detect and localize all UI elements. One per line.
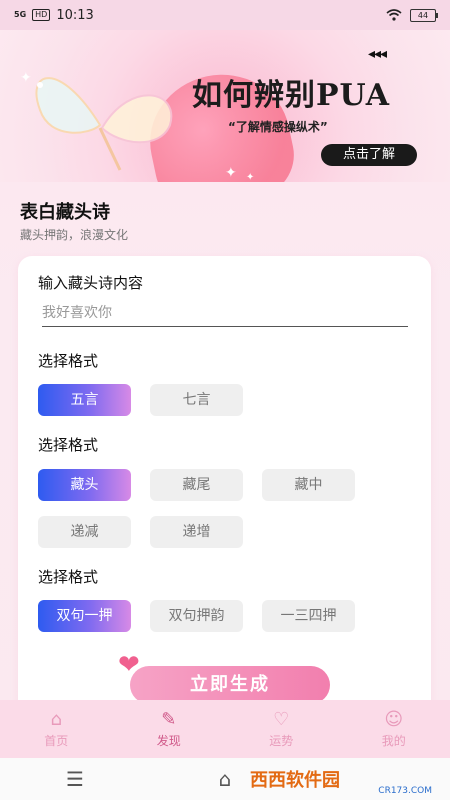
format-label-2: 选择格式 [38, 436, 99, 454]
poem-content-input[interactable] [42, 300, 408, 327]
battery-icon: 44 [410, 8, 438, 22]
form-card: 输入藏头诗内容 选择格式 五言 七言 选择格式 藏头 藏尾 藏中 递减 递增 选… [18, 256, 431, 716]
tab-fortune[interactable]: ♡ 运势 [241, 709, 321, 749]
option-yisansi-ya[interactable]: 一三四押 [262, 600, 355, 632]
option-wuyan[interactable]: 五言 [38, 384, 131, 416]
watermark-text: 西西软件园 [250, 770, 340, 791]
status-bar: 5G HD 10:13 44 [0, 0, 450, 30]
tab-label: 运势 [269, 734, 294, 748]
tab-discover[interactable]: ✎ 发现 [129, 709, 209, 749]
status-time: 10:13 [56, 7, 94, 23]
option-cangtou[interactable]: 藏头 [38, 469, 131, 501]
watermark-logo: 西西软件园 CR173.COM [250, 758, 450, 800]
option-dizeng[interactable]: 递增 [150, 516, 243, 548]
status-right: 44 [386, 8, 438, 22]
status-left: 5G HD 10:13 [14, 8, 94, 23]
format-label-1: 选择格式 [38, 352, 99, 370]
option-cangzhong[interactable]: 藏中 [262, 469, 355, 501]
home-icon: ⌂ [50, 709, 62, 730]
wifi-icon [386, 9, 402, 21]
tab-label: 我的 [381, 734, 406, 748]
option-shuangju-yayun[interactable]: 双句押韵 [150, 600, 243, 632]
option-shuangju-yiya[interactable]: 双句一押 [38, 600, 131, 632]
page-title: 表白藏头诗 [20, 202, 110, 223]
tab-label: 首页 [44, 734, 69, 748]
menu-icon[interactable]: ☰ [35, 767, 115, 791]
option-dijian[interactable]: 递减 [38, 516, 131, 548]
butterfly-icon [35, 77, 173, 171]
bottom-tab-bar: ⌂ 首页 ✎ 发现 ♡ 运势 ☺ 我的 [0, 700, 450, 758]
tab-profile[interactable]: ☺ 我的 [354, 709, 434, 749]
banner-cta-button[interactable]: 点击了解 [321, 144, 417, 166]
heart-chat-icon: ♡ [273, 709, 290, 730]
page-subtitle: 藏头押韵，浪漫文化 [20, 228, 129, 242]
banner-subtitle: “了解情感操纵术” [228, 120, 328, 134]
sparkle-icon: ✦ [20, 70, 32, 86]
generate-button[interactable]: 立即生成 [130, 666, 330, 704]
watermark-sub: CR173.COM [378, 786, 432, 796]
sparkle-icon: ✦ [225, 165, 237, 181]
banner-title: 如何辨别PUA [192, 78, 391, 113]
option-qiyan[interactable]: 七言 [150, 384, 243, 416]
option-cangwei[interactable]: 藏尾 [150, 469, 243, 501]
profile-icon: ☺ [384, 709, 404, 730]
compass-icon: ✎ [161, 709, 177, 730]
hearts-icon: ❤ [118, 650, 140, 680]
input-label: 输入藏头诗内容 [38, 274, 144, 292]
sparkle-icon: ✦ [246, 172, 255, 182]
tab-label: 发现 [156, 734, 181, 748]
signal-indicator: 5G [14, 10, 27, 19]
arrows-decoration: ◂◂◂ [368, 46, 387, 62]
format-label-3: 选择格式 [38, 568, 99, 586]
tab-home[interactable]: ⌂ 首页 [16, 709, 96, 749]
promo-banner[interactable]: ✦ ✦ ✦ ◂◂◂ 如何辨别PUA “了解情感操纵术” 点击了解 [0, 30, 450, 182]
hd-badge: HD [32, 9, 51, 21]
